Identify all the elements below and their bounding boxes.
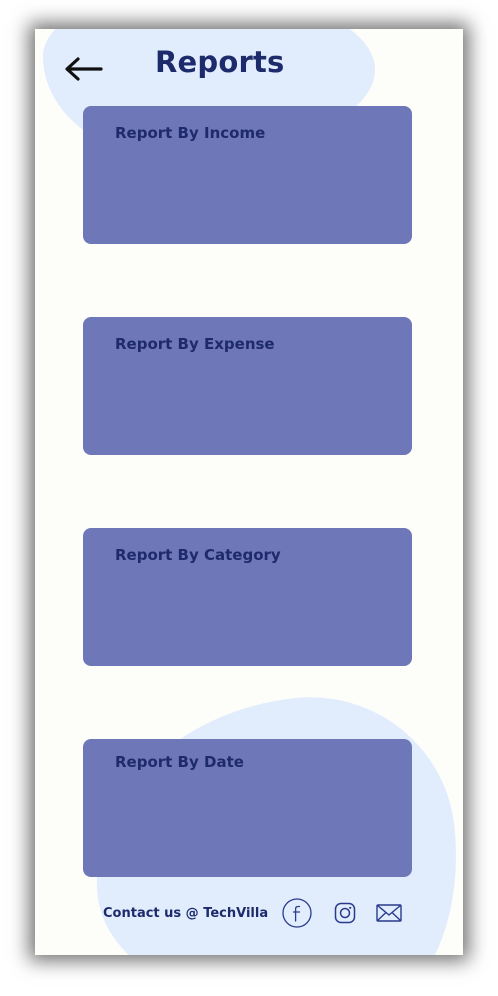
brand-name: TechVilla — [203, 905, 269, 921]
arrow-left-icon — [65, 57, 103, 81]
mail-button[interactable] — [376, 903, 402, 923]
card-label: Report By Date — [115, 753, 244, 771]
instagram-icon — [334, 902, 356, 924]
facebook-button[interactable] — [282, 898, 312, 928]
report-by-expense-card[interactable]: Report By Expense — [83, 317, 412, 455]
card-label: Report By Expense — [115, 335, 275, 353]
card-label: Report By Category — [115, 546, 281, 564]
contact-prefix: Contact us @ — [103, 905, 199, 921]
back-button[interactable] — [61, 49, 105, 89]
facebook-icon — [282, 898, 312, 928]
app-screen: Reports Report By Income Report By Expen… — [35, 29, 463, 955]
mail-icon — [376, 904, 402, 922]
page-title: Reports — [155, 45, 285, 79]
report-by-date-card[interactable]: Report By Date — [83, 739, 412, 877]
contact-text: Contact us @ TechVilla — [103, 906, 268, 921]
footer: Contact us @ TechVilla — [103, 897, 402, 929]
card-label: Report By Income — [115, 124, 266, 142]
report-by-category-card[interactable]: Report By Category — [83, 528, 412, 666]
instagram-button[interactable] — [334, 902, 356, 924]
report-by-income-card[interactable]: Report By Income — [83, 106, 412, 244]
